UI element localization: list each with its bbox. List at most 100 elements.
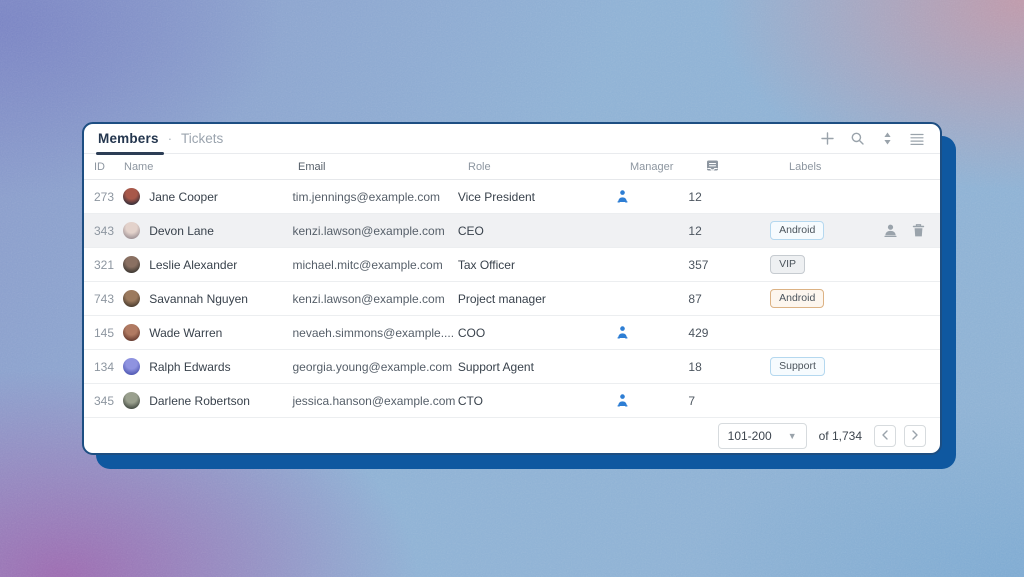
page-range-dropdown[interactable]: 101-200 ▼ [718,423,807,449]
label-chip: Android [770,289,824,309]
page-range-value: 101-200 [728,429,772,443]
avatar [123,324,140,341]
column-header-manager: Manager [630,161,705,173]
plus-icon[interactable] [818,130,836,148]
active-tab-underline [96,152,164,155]
prev-page-button[interactable] [874,425,896,447]
table-row[interactable]: 743 Savannah Nguyen kenzi.lawson@example… [84,282,940,316]
chevron-left-icon [881,430,889,440]
cell-manager [615,291,688,306]
cell-tickets: 12 [688,190,770,204]
table-row[interactable]: 343 Devon Lane kenzi.lawson@example.com … [84,214,940,248]
cell-role: Vice President [458,190,616,204]
member-name: Devon Lane [149,224,214,238]
tab-tickets[interactable]: Tickets [181,131,223,146]
inbox-icon [705,158,720,173]
caret-down-icon: ▼ [788,431,797,441]
cell-role: Project manager [458,292,616,306]
member-name: Darlene Robertson [149,394,250,408]
table-row[interactable]: 273 Jane Cooper tim.jennings@example.com… [84,180,940,214]
table-row[interactable]: 134 Ralph Edwards georgia.young@example.… [84,350,940,384]
cell-tickets: 357 [688,258,770,272]
cell-name: Wade Warren [123,324,292,341]
avatar [123,392,140,409]
cell-email: jessica.hanson@example.com [292,394,457,408]
menu-icon[interactable] [908,130,926,148]
cell-role: Support Agent [458,360,616,374]
cell-labels: VIP [770,255,882,275]
cell-name: Devon Lane [123,222,292,239]
member-name: Jane Cooper [149,190,218,204]
chevron-right-icon [911,430,919,440]
cell-tickets: 429 [688,326,770,340]
cell-name: Jane Cooper [123,188,292,205]
cell-id: 273 [84,190,123,204]
cell-name: Darlene Robertson [123,392,292,409]
cell-email: nevaeh.simmons@example.... [292,326,457,340]
search-icon[interactable] [848,130,866,148]
next-page-button[interactable] [904,425,926,447]
label-chip: VIP [770,255,805,275]
cell-role: COO [458,326,616,340]
avatar [123,188,140,205]
table-row[interactable]: 321 Leslie Alexander michael.mitc@exampl… [84,248,940,282]
manager-person-icon [615,325,630,340]
cell-manager [615,189,688,204]
cell-email: tim.jennings@example.com [292,190,457,204]
cell-id: 343 [84,224,123,238]
table-row[interactable]: 345 Darlene Robertson jessica.hanson@exa… [84,384,940,418]
cell-role: Tax Officer [458,258,616,272]
total-count-label: of 1,734 [819,429,862,443]
user-icon[interactable] [882,222,899,239]
avatar [123,290,140,307]
avatar [123,358,140,375]
cell-manager [615,257,688,272]
cell-email: kenzi.lawson@example.com [292,292,457,306]
table-row[interactable]: 145 Wade Warren nevaeh.simmons@example..… [84,316,940,350]
table-header-row: ID Name Email Role Manager Labels [84,154,940,180]
cell-role: CTO [458,394,616,408]
cell-manager [615,359,688,374]
cell-manager [615,325,688,340]
avatar [123,256,140,273]
trash-icon[interactable] [910,222,927,239]
cell-labels: Support [770,357,882,377]
column-header-tickets [705,158,789,176]
cell-tickets: 18 [688,360,770,374]
label-chip: Support [770,357,825,377]
member-name: Ralph Edwards [149,360,230,374]
column-header-email: Email [298,161,468,173]
cell-tickets: 12 [688,224,770,238]
table-body: 273 Jane Cooper tim.jennings@example.com… [84,180,940,418]
cell-id: 321 [84,258,123,272]
cell-manager [615,223,688,238]
member-name: Leslie Alexander [149,258,237,272]
sort-icon[interactable] [878,130,896,148]
cell-name: Savannah Nguyen [123,290,292,307]
cell-name: Leslie Alexander [123,256,292,273]
cell-id: 134 [84,360,123,374]
manager-person-icon [615,189,630,204]
cell-name: Ralph Edwards [123,358,292,375]
cell-email: georgia.young@example.com [292,360,457,374]
toolbar [818,130,926,148]
column-header-role: Role [468,161,630,173]
cell-email: kenzi.lawson@example.com [292,224,457,238]
cell-id: 345 [84,394,123,408]
avatar [123,222,140,239]
label-chip: Android [770,221,824,241]
cell-tickets: 7 [688,394,770,408]
tab-members[interactable]: Members [98,131,159,146]
cell-role: CEO [458,224,616,238]
tab-bar: Members · Tickets [84,124,940,154]
row-actions [882,222,940,239]
column-header-id: ID [84,161,124,173]
pagination-bar: 101-200 ▼ of 1,734 [84,418,940,453]
cell-email: michael.mitc@example.com [292,258,457,272]
cell-manager [615,393,688,408]
cell-labels: Android [770,289,882,309]
cell-id: 743 [84,292,123,306]
cell-labels: Android [770,221,882,241]
column-header-name: Name [124,161,298,173]
members-panel: Members · Tickets ID Name Email Role Man… [82,122,942,455]
